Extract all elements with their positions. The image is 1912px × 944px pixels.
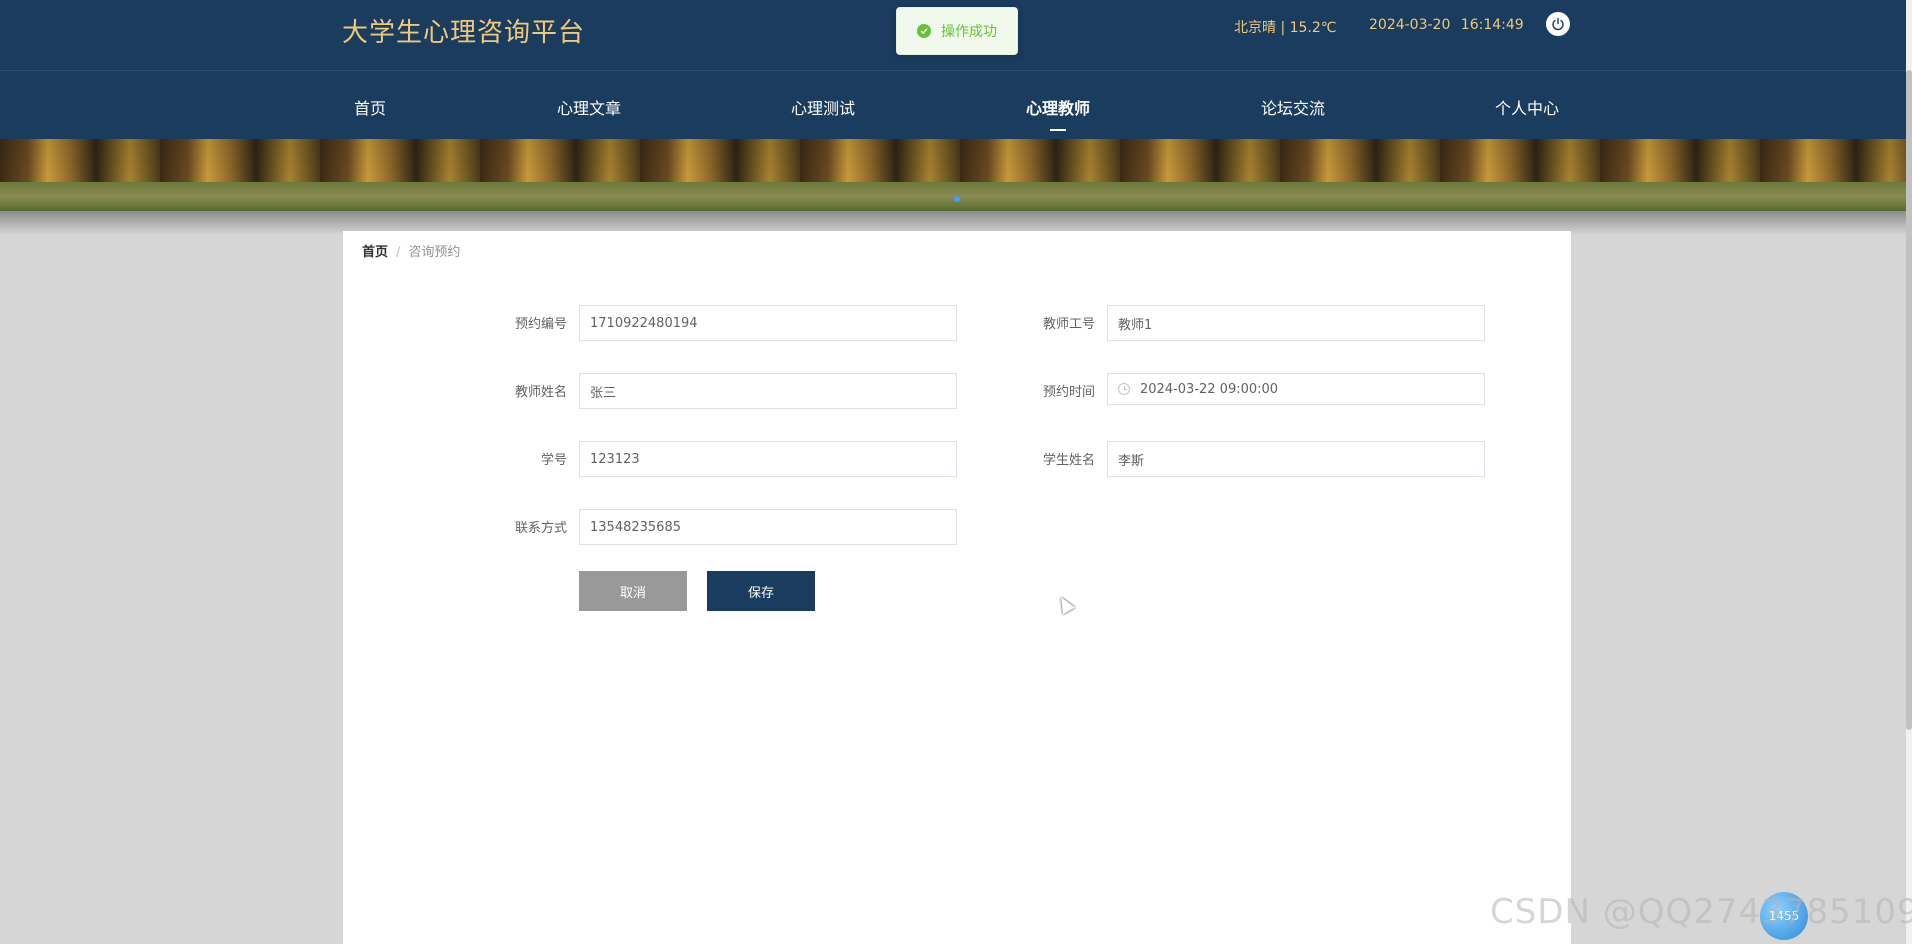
clock-icon — [1118, 383, 1130, 395]
teacher-id-label: 教师工号 — [1042, 317, 1095, 332]
student-name-input[interactable]: 李斯 — [1107, 441, 1485, 477]
page-scrollbar[interactable] — [1906, 0, 1912, 944]
check-circle-icon — [917, 24, 931, 38]
toast-message: 操作成功 — [941, 24, 997, 40]
site-title: 大学生心理咨询平台 — [342, 18, 586, 48]
nav-teachers[interactable]: 心理教师 — [1026, 95, 1090, 131]
student-id-input[interactable]: 123123 — [579, 441, 957, 477]
booking-time-label: 预约时间 — [1042, 385, 1095, 400]
watermark: CSDN @QQ2743785109 — [1490, 892, 1912, 932]
carousel-indicator[interactable] — [954, 196, 960, 202]
logout-button[interactable] — [1546, 12, 1570, 36]
success-toast: 操作成功 — [896, 7, 1018, 55]
main-content: 首页 / 咨询预约 预约编号 1710922480194 教师姓名 张三 学号 12… — [343, 231, 1571, 944]
weather-info: 北京晴 | 15.2℃ — [1234, 20, 1337, 36]
main-nav: 首页 心理文章 心理测试 心理教师 论坛交流 个人中心 — [0, 70, 1912, 139]
booking-time-value: 2024-03-22 09:00:00 — [1140, 381, 1279, 397]
nav-profile[interactable]: 个人中心 — [1495, 95, 1559, 119]
nav-home[interactable]: 首页 — [354, 95, 386, 119]
booking-time-picker[interactable]: 2024-03-22 09:00:00 — [1107, 373, 1485, 405]
nav-articles[interactable]: 心理文章 — [557, 95, 621, 119]
teacher-id-input[interactable]: 教师1 — [1107, 305, 1485, 341]
nav-forum[interactable]: 论坛交流 — [1261, 95, 1325, 119]
current-datetime: 2024-03-20 16:14:49 — [1369, 17, 1524, 33]
teacher-name-label: 教师姓名 — [514, 385, 567, 400]
student-name-label: 学生姓名 — [1042, 453, 1095, 468]
breadcrumb-current: 咨询预约 — [408, 245, 461, 260]
student-id-label: 学号 — [540, 453, 567, 468]
booking-no-input[interactable]: 1710922480194 — [579, 305, 957, 341]
scrollbar-thumb[interactable] — [1906, 70, 1912, 730]
contact-label: 联系方式 — [514, 521, 567, 536]
teacher-name-input[interactable]: 张三 — [579, 373, 957, 409]
breadcrumb-separator: / — [396, 245, 401, 260]
contact-input[interactable]: 13548235685 — [579, 509, 957, 545]
breadcrumb-home[interactable]: 首页 — [362, 245, 388, 260]
power-icon — [1552, 17, 1564, 31]
nav-tests[interactable]: 心理测试 — [791, 95, 855, 119]
save-button[interactable]: 保存 — [707, 571, 815, 611]
breadcrumb: 首页 / 咨询预约 — [362, 241, 460, 260]
cancel-button[interactable]: 取消 — [579, 571, 687, 611]
booking-no-label: 预约编号 — [514, 317, 567, 332]
banner-carousel — [0, 139, 1912, 211]
